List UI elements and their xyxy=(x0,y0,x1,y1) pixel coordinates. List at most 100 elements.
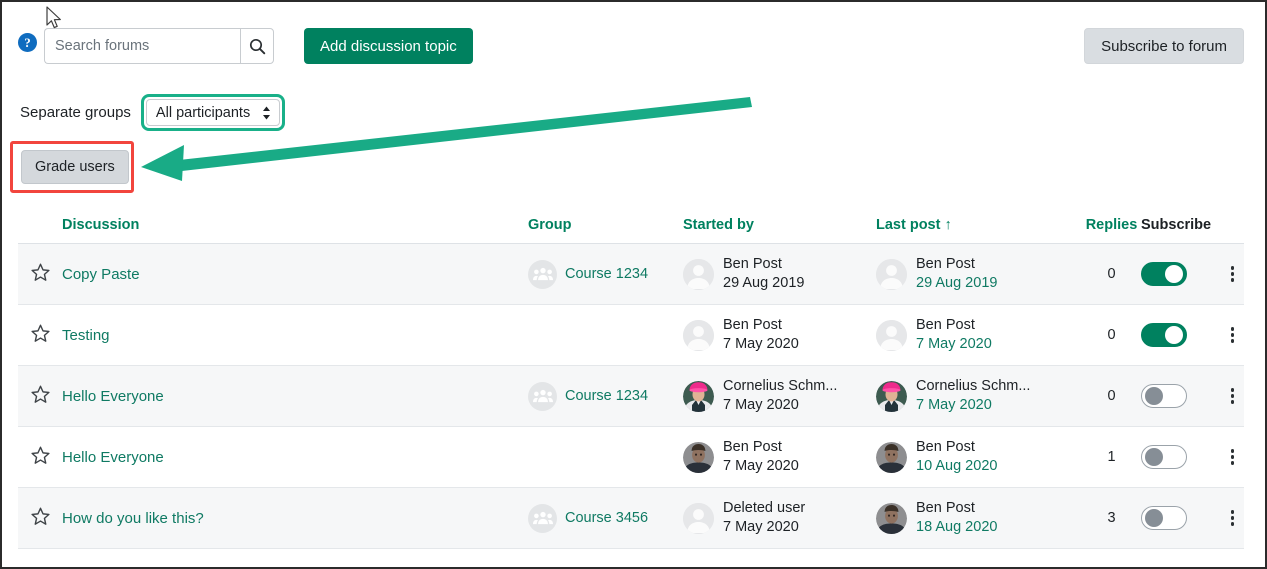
discussion-cell: Hello Everyone xyxy=(62,449,528,466)
avatar xyxy=(876,380,907,412)
started-by-name[interactable]: Ben Post xyxy=(723,316,799,335)
header-discussion[interactable]: Discussion xyxy=(62,217,528,233)
kebab-dot xyxy=(1230,394,1235,398)
group-link[interactable]: Course 1234 xyxy=(565,266,648,282)
subscribe-toggle[interactable] xyxy=(1141,384,1187,408)
row-actions-menu-button[interactable] xyxy=(1217,266,1248,282)
favourite-star-button[interactable] xyxy=(18,262,62,286)
star-cell xyxy=(18,323,62,347)
started-by-name[interactable]: Deleted user xyxy=(723,499,805,518)
started-by-cell: Deleted user 7 May 2020 xyxy=(683,499,876,537)
favourite-star-button[interactable] xyxy=(18,445,62,469)
last-post-name[interactable]: Ben Post xyxy=(916,499,997,518)
toggle-knob xyxy=(1165,265,1183,283)
group-link[interactable]: Course 3456 xyxy=(565,510,648,526)
table-row: Hello Everyone Course 1234 Cornelius Sch… xyxy=(18,366,1244,427)
last-post-name[interactable]: Ben Post xyxy=(916,316,992,335)
kebab-dot xyxy=(1230,461,1235,465)
subscribe-to-forum-button[interactable]: Subscribe to forum xyxy=(1084,28,1244,64)
avatar xyxy=(876,502,907,534)
table-header-row: Discussion Group Started by Last post ↑ … xyxy=(18,206,1244,244)
add-discussion-topic-button[interactable]: Add discussion topic xyxy=(304,28,473,64)
last-post-cell: Cornelius Schm... 7 May 2020 xyxy=(876,377,1082,415)
started-by-name[interactable]: Ben Post xyxy=(723,438,799,457)
table-body: Copy Paste Course 1234 Ben Post 29 Aug 2… xyxy=(18,244,1244,549)
started-by-date: 7 May 2020 xyxy=(723,458,799,474)
search-button[interactable] xyxy=(240,28,274,64)
table-row: Testing Ben Post 7 May 2020 Ben Post 7 M… xyxy=(18,305,1244,366)
toggle-knob xyxy=(1145,387,1163,405)
subscribe-toggle[interactable] xyxy=(1141,262,1187,286)
started-by-date: 7 May 2020 xyxy=(723,519,799,535)
last-post-date[interactable]: 7 May 2020 xyxy=(916,396,1030,415)
table-row: Hello Everyone Ben Post 7 May 2020 Ben P… xyxy=(18,427,1244,488)
last-post-name[interactable]: Cornelius Schm... xyxy=(916,377,1030,396)
star-cell xyxy=(18,262,62,286)
last-post-cell: Ben Post 10 Aug 2020 xyxy=(876,438,1082,476)
discussion-link[interactable]: Copy Paste xyxy=(62,266,140,283)
table-row: How do you like this? Course 3456 Delete… xyxy=(18,488,1244,549)
last-post-date[interactable]: 10 Aug 2020 xyxy=(916,457,997,476)
discussion-link[interactable]: How do you like this? xyxy=(62,510,204,527)
header-started-by[interactable]: Started by xyxy=(683,217,876,233)
started-by-cell: Ben Post 29 Aug 2019 xyxy=(683,255,876,293)
kebab-dot xyxy=(1230,339,1235,343)
group-icon xyxy=(528,503,557,533)
grade-users-button[interactable]: Grade users xyxy=(21,150,129,184)
started-by-name[interactable]: Cornelius Schm... xyxy=(723,377,837,396)
header-group[interactable]: Group xyxy=(528,217,683,233)
actions-cell xyxy=(1217,510,1248,526)
favourite-star-button[interactable] xyxy=(18,506,62,530)
row-actions-menu-button[interactable] xyxy=(1217,449,1248,465)
star-cell xyxy=(18,506,62,530)
replies-cell: 0 xyxy=(1082,327,1141,343)
last-post-date[interactable]: 7 May 2020 xyxy=(916,335,992,354)
group-select[interactable]: All participants xyxy=(145,99,280,126)
favourite-star-button[interactable] xyxy=(18,384,62,408)
header-replies[interactable]: Replies xyxy=(1082,217,1141,233)
subscribe-toggle[interactable] xyxy=(1141,323,1187,347)
discussion-cell: How do you like this? xyxy=(62,510,528,527)
kebab-dot xyxy=(1230,449,1235,453)
subscribe-cell xyxy=(1141,445,1217,469)
replies-cell: 3 xyxy=(1082,510,1141,526)
replies-count: 1 xyxy=(1107,449,1116,465)
replies-count: 0 xyxy=(1107,327,1116,343)
kebab-dot xyxy=(1230,272,1235,276)
header-last-post[interactable]: Last post ↑ xyxy=(876,217,1082,233)
group-cell: Course 1234 xyxy=(528,381,683,411)
discussion-cell: Copy Paste xyxy=(62,266,528,283)
subscribe-toggle[interactable] xyxy=(1141,445,1187,469)
started-by-name[interactable]: Ben Post xyxy=(723,255,804,274)
replies-count: 0 xyxy=(1107,388,1116,404)
last-post-name[interactable]: Ben Post xyxy=(916,255,997,274)
discussion-link[interactable]: Hello Everyone xyxy=(62,449,164,466)
star-outline-icon xyxy=(30,506,51,530)
forum-page: ? Add discussion topic Subscribe to foru… xyxy=(0,0,1267,569)
subscribe-cell xyxy=(1141,506,1217,530)
separate-groups-label: Separate groups xyxy=(20,104,131,121)
last-post-date[interactable]: 18 Aug 2020 xyxy=(916,518,997,537)
kebab-dot xyxy=(1230,388,1235,392)
replies-count: 3 xyxy=(1107,510,1116,526)
discussion-link[interactable]: Testing xyxy=(62,327,110,344)
group-select-focus-ring: All participants xyxy=(140,94,285,131)
forum-toolbar: ? Add discussion topic Subscribe to foru… xyxy=(2,2,1265,90)
row-actions-menu-button[interactable] xyxy=(1217,510,1248,526)
replies-count: 0 xyxy=(1107,266,1116,282)
star-cell xyxy=(18,384,62,408)
favourite-star-button[interactable] xyxy=(18,323,62,347)
started-by-date: 7 May 2020 xyxy=(723,336,799,352)
sort-ascending-icon: ↑ xyxy=(944,216,952,233)
search-input[interactable] xyxy=(44,28,240,64)
row-actions-menu-button[interactable] xyxy=(1217,388,1248,404)
discussion-link[interactable]: Hello Everyone xyxy=(62,388,164,405)
help-icon[interactable]: ? xyxy=(18,33,37,52)
discussions-table: Discussion Group Started by Last post ↑ … xyxy=(18,206,1244,549)
group-link[interactable]: Course 1234 xyxy=(565,388,648,404)
row-actions-menu-button[interactable] xyxy=(1217,327,1248,343)
last-post-name[interactable]: Ben Post xyxy=(916,438,997,457)
subscribe-toggle[interactable] xyxy=(1141,506,1187,530)
last-post-date[interactable]: 29 Aug 2019 xyxy=(916,274,997,293)
star-outline-icon xyxy=(30,323,51,347)
